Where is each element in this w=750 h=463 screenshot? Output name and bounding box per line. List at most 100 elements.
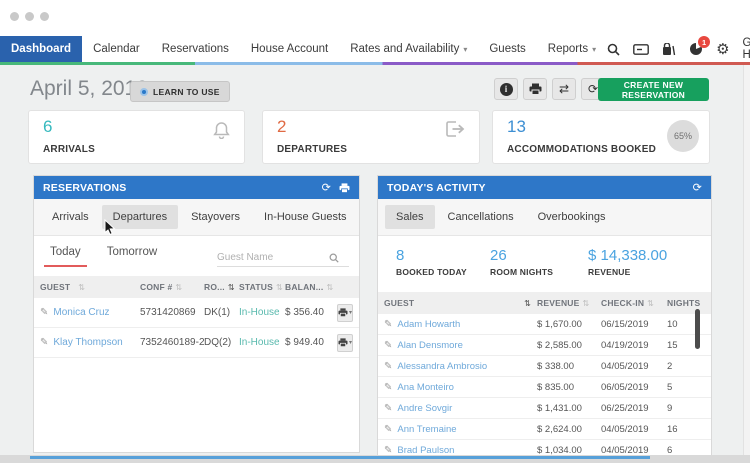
tab-sales[interactable]: Sales <box>385 205 435 229</box>
refresh-icon[interactable]: ⟳ <box>693 181 702 194</box>
revenue-stat: $ 14,338.00 REVENUE <box>588 247 667 277</box>
sort-icon-active[interactable]: ⇅ <box>524 299 531 308</box>
col-balance[interactable]: BALAN... <box>285 282 323 292</box>
accommodations-label: ACCOMMODATIONS BOOKED <box>507 144 656 155</box>
print-menu-button[interactable]: ▾ <box>337 334 353 352</box>
printer-icon <box>529 83 542 95</box>
print-button[interactable] <box>523 78 547 100</box>
col-guest[interactable]: GUEST <box>40 282 70 292</box>
guest-name-input[interactable] <box>217 252 329 263</box>
window-controls[interactable] <box>10 12 49 21</box>
guest-link[interactable]: Klay Thompson <box>53 337 122 348</box>
sort-icon[interactable]: ⇅ <box>276 283 283 292</box>
table-row: ✎ Andre Sovgir $ 1,431.00 06/25/2019 9 <box>378 398 711 419</box>
nav-label: Reports <box>548 43 588 55</box>
col-checkin[interactable]: CHECK-IN <box>601 298 644 308</box>
nav-item-house-account[interactable]: House Account <box>240 36 339 62</box>
nav-item-reports[interactable]: Reports▾ <box>537 36 607 62</box>
edit-icon[interactable]: ✎ <box>384 403 392 414</box>
edit-icon[interactable]: ✎ <box>384 340 392 351</box>
tab-inhouse-guests[interactable]: In-House Guests <box>253 205 358 229</box>
sort-icon[interactable]: ⇅ <box>583 299 590 308</box>
page-scrollbar[interactable] <box>743 65 750 463</box>
window-dot[interactable] <box>40 12 49 21</box>
guest-link[interactable]: Alessandra Ambrosio <box>397 361 487 372</box>
nav-item-reservations[interactable]: Reservations <box>151 36 240 62</box>
revenue-cell: $ 338.00 <box>537 361 601 372</box>
edit-icon[interactable]: ✎ <box>40 337 48 348</box>
learn-to-use-button[interactable]: LEARN TO USE <box>130 81 230 102</box>
balance-amount: $ 949.40 <box>285 337 333 348</box>
revenue-cell: $ 1,034.00 <box>537 445 601 456</box>
print-menu-button[interactable]: ▾ <box>337 304 353 322</box>
tab-stayovers[interactable]: Stayovers <box>180 205 251 229</box>
checkin-cell: 04/05/2019 <box>601 424 667 435</box>
checkin-cell: 06/05/2019 <box>601 382 667 393</box>
get-help-link[interactable]: Get Help <box>743 37 750 61</box>
booked-today-label: BOOKED TODAY <box>396 267 490 277</box>
create-new-reservation-button[interactable]: CREATE NEW RESERVATION <box>598 78 709 101</box>
departures-card[interactable]: 2 DEPARTURES <box>262 110 480 164</box>
col-conf[interactable]: CONF # <box>140 282 172 292</box>
nav-item-dashboard[interactable]: Dashboard <box>0 36 82 62</box>
window-dot[interactable] <box>25 12 34 21</box>
edit-icon[interactable]: ✎ <box>384 424 392 435</box>
guest-link[interactable]: Brad Paulson <box>397 445 454 456</box>
guest-link[interactable]: Alan Densmore <box>397 340 462 351</box>
nav-item-guests[interactable]: Guests <box>478 36 536 62</box>
sort-icon[interactable]: ⇅ <box>647 299 654 308</box>
table-scrollbar[interactable] <box>695 309 700 459</box>
subtab-today[interactable]: Today <box>44 246 87 267</box>
mouse-cursor <box>104 219 117 236</box>
printer-icon <box>338 338 348 347</box>
refresh-icon[interactable]: ⟳ <box>322 181 331 194</box>
col-nights[interactable]: NIGHTS <box>667 298 700 308</box>
tab-overbookings[interactable]: Overbookings <box>527 205 617 229</box>
window-dot[interactable] <box>10 12 19 21</box>
nav-label: Rates and Availability <box>350 43 459 55</box>
conf-number: 7352460189-2 <box>140 337 204 348</box>
nav-label: Reservations <box>162 43 229 55</box>
sort-icon-active[interactable]: ⇅ <box>228 283 235 292</box>
edit-icon[interactable]: ✎ <box>384 382 392 393</box>
accommodations-card[interactable]: 13 ACCOMMODATIONS BOOKED 65% <box>492 110 710 164</box>
table-row: ✎ Alan Densmore $ 2,585.00 04/19/2019 15 <box>378 335 711 356</box>
search-icon[interactable] <box>329 253 339 263</box>
edit-icon[interactable]: ✎ <box>384 445 392 456</box>
booked-today-stat: 8 BOOKED TODAY <box>396 247 490 277</box>
revenue-cell: $ 1,670.00 <box>537 319 601 330</box>
tab-arrivals[interactable]: Arrivals <box>41 205 100 229</box>
front-desk-icon[interactable] <box>662 43 676 56</box>
edit-icon[interactable]: ✎ <box>40 307 48 318</box>
video-progress-bar[interactable] <box>30 456 650 459</box>
window-titlebar <box>0 0 750 36</box>
col-room[interactable]: RO... <box>204 282 225 292</box>
room-swap-button[interactable]: ⇄ <box>552 78 576 100</box>
guest-link[interactable]: Andre Sovgir <box>397 403 452 414</box>
col-status[interactable]: STATUS <box>239 282 273 292</box>
info-button[interactable]: i <box>494 78 518 100</box>
guest-link[interactable]: Adam Howarth <box>397 319 460 330</box>
night-audit-icon[interactable]: 1 <box>689 42 703 56</box>
printer-icon[interactable] <box>339 183 350 193</box>
guest-link[interactable]: Ann Tremaine <box>397 424 456 435</box>
sort-icon[interactable]: ⇅ <box>78 283 85 292</box>
edit-icon[interactable]: ✎ <box>384 361 392 372</box>
sort-icon[interactable]: ⇅ <box>175 283 182 292</box>
guest-link[interactable]: Monica Cruz <box>53 307 109 318</box>
col-guest[interactable]: GUEST <box>384 298 414 308</box>
nav-item-calendar[interactable]: Calendar <box>82 36 151 62</box>
scrollbar-thumb[interactable] <box>695 309 700 349</box>
edit-icon[interactable]: ✎ <box>384 319 392 330</box>
guest-link[interactable]: Ana Monteiro <box>397 382 454 393</box>
guest-name-search <box>217 252 349 267</box>
keycard-icon[interactable] <box>633 44 649 55</box>
subtab-tomorrow[interactable]: Tomorrow <box>101 246 163 267</box>
col-revenue[interactable]: REVENUE <box>537 298 580 308</box>
activity-table-header: GUEST⇅ REVENUE⇅ CHECK-IN⇅ NIGHTS⇅ <box>378 292 711 314</box>
tab-cancellations[interactable]: Cancellations <box>437 205 525 229</box>
arrivals-card[interactable]: 6 ARRIVALS <box>28 110 245 164</box>
search-icon[interactable] <box>607 43 620 56</box>
nav-item-rates-availability[interactable]: Rates and Availability▾ <box>339 36 478 62</box>
gear-icon[interactable]: ⚙ <box>716 40 729 58</box>
